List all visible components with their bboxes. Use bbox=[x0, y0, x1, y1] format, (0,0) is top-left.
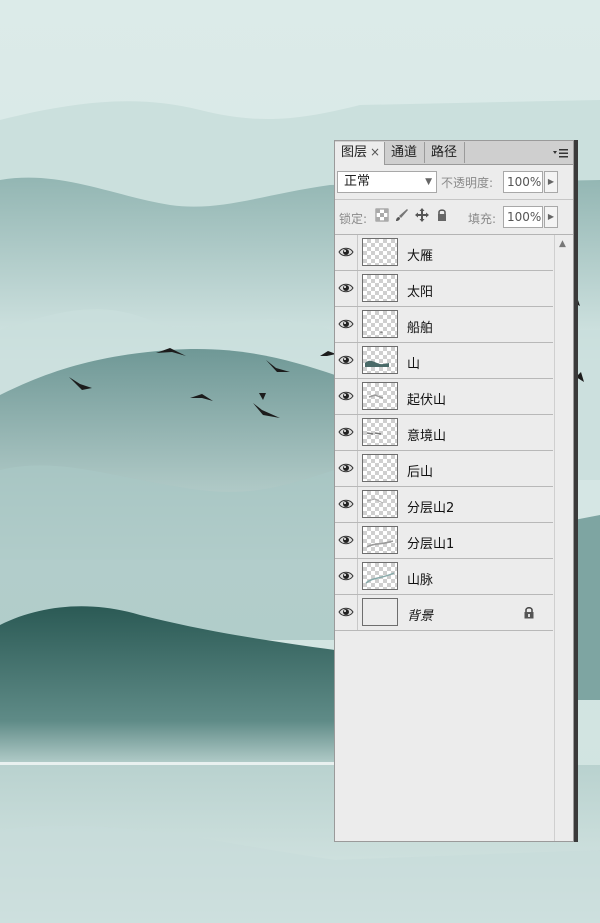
layer-visibility-toggle[interactable] bbox=[335, 379, 358, 414]
lock-image-pixels-brush-icon[interactable] bbox=[395, 208, 409, 222]
scroll-up-arrow-icon[interactable]: ▲ bbox=[559, 239, 566, 249]
eye-icon bbox=[338, 355, 354, 365]
layer-row[interactable]: 山脉 bbox=[335, 559, 553, 595]
layer-thumbnail[interactable] bbox=[362, 526, 398, 554]
eye-icon bbox=[338, 535, 354, 545]
water-horizon-line bbox=[0, 762, 335, 765]
layer-visibility-toggle[interactable] bbox=[335, 595, 358, 630]
layer-thumbnail[interactable] bbox=[362, 274, 398, 302]
blend-mode-select[interactable]: 正常 ▼ bbox=[337, 171, 437, 193]
tab-paths[interactable]: 路径 bbox=[425, 142, 465, 163]
layer-name[interactable]: 船舶 bbox=[407, 317, 433, 336]
layer-list: ▲ 大雁太阳船舶山起伏山意境山后山分层山2 分层山1 山脉背景 bbox=[335, 234, 573, 841]
divider bbox=[335, 199, 573, 200]
opacity-input[interactable]: 100% bbox=[503, 171, 543, 193]
layer-row[interactable]: 山 bbox=[335, 343, 553, 379]
eye-icon bbox=[338, 463, 354, 473]
eye-icon bbox=[338, 247, 354, 257]
lock-transparent-pixels-icon[interactable] bbox=[375, 208, 389, 222]
opacity-slider-arrow-icon[interactable]: ▶ bbox=[544, 171, 558, 193]
panel-menu-icon[interactable] bbox=[552, 146, 570, 160]
layer-lock-icon bbox=[524, 607, 534, 619]
opacity-label: 不透明度: bbox=[441, 176, 494, 190]
layer-visibility-toggle[interactable] bbox=[335, 343, 358, 378]
fill-input[interactable]: 100% bbox=[503, 206, 543, 228]
layer-name[interactable]: 分层山2 bbox=[407, 497, 454, 516]
layer-visibility-toggle[interactable] bbox=[335, 307, 358, 342]
layer-row[interactable]: 分层山1 bbox=[335, 523, 553, 559]
layer-thumbnail[interactable] bbox=[362, 454, 398, 482]
tab-channels[interactable]: 通道 bbox=[385, 142, 425, 163]
tab-layers[interactable]: 图层 × bbox=[335, 142, 385, 165]
layer-visibility-toggle[interactable] bbox=[335, 559, 358, 594]
layer-name[interactable]: 太阳 bbox=[407, 281, 433, 300]
thumbnail-preview bbox=[366, 498, 384, 504]
layer-row[interactable]: 后山 bbox=[335, 451, 553, 487]
tab-channels-label: 通道 bbox=[391, 145, 418, 160]
fill-label: 填充: bbox=[468, 212, 497, 226]
thumbnail-preview bbox=[380, 331, 383, 333]
layer-visibility-toggle[interactable] bbox=[335, 235, 358, 270]
layer-name[interactable]: 背景 bbox=[407, 605, 433, 624]
fill-slider-arrow-icon[interactable]: ▶ bbox=[544, 206, 558, 228]
layer-thumbnail[interactable] bbox=[362, 238, 398, 266]
lock-all-icon[interactable] bbox=[435, 208, 449, 222]
layer-name[interactable]: 意境山 bbox=[407, 425, 446, 444]
eye-icon bbox=[338, 607, 354, 617]
layer-name[interactable]: 大雁 bbox=[407, 245, 433, 264]
layer-thumbnail[interactable] bbox=[362, 382, 398, 410]
lock-position-move-icon[interactable] bbox=[415, 208, 429, 222]
layer-row[interactable]: 分层山2 bbox=[335, 487, 553, 523]
layer-thumbnail[interactable] bbox=[362, 598, 398, 626]
lock-label: 锁定: bbox=[339, 212, 368, 226]
tab-paths-label: 路径 bbox=[431, 145, 458, 160]
layer-visibility-toggle[interactable] bbox=[335, 487, 358, 522]
eye-icon bbox=[338, 499, 354, 509]
layer-name[interactable]: 起伏山 bbox=[407, 389, 446, 408]
layer-name[interactable]: 山 bbox=[407, 353, 420, 372]
eye-icon bbox=[338, 391, 354, 401]
right-mountain-sliver bbox=[574, 515, 600, 700]
layer-visibility-toggle[interactable] bbox=[335, 523, 358, 558]
eye-icon bbox=[338, 283, 354, 293]
layer-thumbnail[interactable] bbox=[362, 418, 398, 446]
layer-thumbnail[interactable] bbox=[362, 346, 398, 374]
layer-row[interactable]: 太阳 bbox=[335, 271, 553, 307]
layer-thumbnail[interactable] bbox=[362, 490, 398, 518]
layer-thumbnail[interactable] bbox=[362, 310, 398, 338]
thumbnail-preview bbox=[366, 432, 382, 435]
layer-row[interactable]: 背景 bbox=[335, 595, 553, 631]
layer-visibility-toggle[interactable] bbox=[335, 451, 358, 486]
layer-list-scrollbar[interactable]: ▲ bbox=[554, 235, 573, 841]
layer-visibility-toggle[interactable] bbox=[335, 415, 358, 450]
layer-thumbnail[interactable] bbox=[362, 562, 398, 590]
thumbnail-preview bbox=[365, 360, 389, 367]
tab-close-icon[interactable]: × bbox=[370, 142, 380, 163]
thumbnail-preview bbox=[366, 540, 394, 548]
layer-row[interactable]: 大雁 bbox=[335, 235, 553, 271]
eye-icon bbox=[338, 571, 354, 581]
layer-row[interactable]: 意境山 bbox=[335, 415, 553, 451]
thumbnail-preview bbox=[365, 572, 395, 584]
eye-icon bbox=[338, 319, 354, 329]
panel-tab-bar: 图层 × 通道 路径 bbox=[335, 141, 573, 165]
blend-mode-value: 正常 bbox=[344, 174, 371, 189]
layer-name[interactable]: 山脉 bbox=[407, 569, 433, 588]
layer-visibility-toggle[interactable] bbox=[335, 271, 358, 306]
layers-panel: 图层 × 通道 路径 正常 ▼ 不透明度: 100% ▶ 锁定: 填充: 100… bbox=[334, 140, 574, 842]
layer-row[interactable]: 船舶 bbox=[335, 307, 553, 343]
thumbnail-preview bbox=[368, 394, 384, 399]
tab-layers-label: 图层 bbox=[341, 145, 368, 160]
layer-row[interactable]: 起伏山 bbox=[335, 379, 553, 415]
chevron-down-icon: ▼ bbox=[425, 177, 432, 187]
layer-name[interactable]: 后山 bbox=[407, 461, 433, 480]
layer-name[interactable]: 分层山1 bbox=[407, 533, 454, 552]
eye-icon bbox=[338, 427, 354, 437]
